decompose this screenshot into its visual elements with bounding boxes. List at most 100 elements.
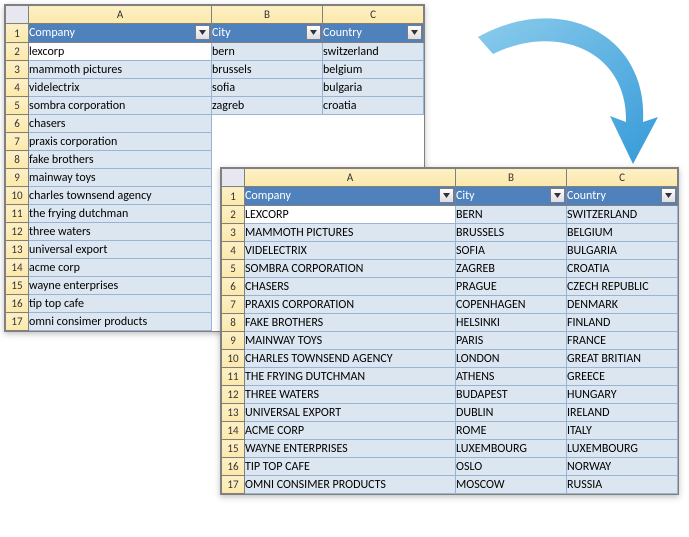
cell[interactable]: GREAT BRITIAN — [567, 350, 678, 368]
cell[interactable]: UNIVERSAL EXPORT — [245, 404, 456, 422]
cell[interactable]: THE FRYING DUTCHMAN — [245, 368, 456, 386]
header-city[interactable]: City — [456, 187, 567, 206]
row-header[interactable]: 4 — [222, 242, 245, 260]
cell[interactable]: SWITZERLAND — [567, 206, 678, 224]
cell[interactable]: LEXCORP — [245, 206, 456, 224]
row-header[interactable]: 4 — [6, 79, 29, 97]
cell[interactable]: HUNGARY — [567, 386, 678, 404]
cell[interactable]: sombra corporation — [29, 97, 212, 115]
row-header[interactable]: 12 — [6, 223, 29, 241]
grid[interactable]: A B C 1CompanyCityCountry 2LEXCORPBERNSWI… — [221, 168, 678, 494]
filter-dropdown-button[interactable] — [439, 188, 454, 203]
filter-dropdown-button[interactable] — [195, 25, 210, 40]
cell[interactable]: mammoth pictures — [29, 61, 212, 79]
cell[interactable]: universal export — [29, 241, 212, 259]
row-header[interactable]: 14 — [6, 259, 29, 277]
row-header[interactable]: 10 — [6, 187, 29, 205]
cell[interactable]: BERN — [456, 206, 567, 224]
row-header[interactable]: 7 — [6, 133, 29, 151]
cell[interactable]: VIDELECTRIX — [245, 242, 456, 260]
cell[interactable]: croatia — [323, 97, 424, 115]
cell[interactable]: chasers — [29, 115, 212, 133]
cell[interactable]: SOFIA — [456, 242, 567, 260]
row-header[interactable]: 16 — [222, 458, 245, 476]
row-header[interactable]: 13 — [6, 241, 29, 259]
cell[interactable]: IRELAND — [567, 404, 678, 422]
cell[interactable]: sofia — [212, 79, 323, 97]
row-header[interactable]: 11 — [222, 368, 245, 386]
row-header[interactable]: 6 — [222, 278, 245, 296]
cell[interactable]: NORWAY — [567, 458, 678, 476]
cell[interactable]: MAINWAY TOYS — [245, 332, 456, 350]
row-header[interactable]: 5 — [6, 97, 29, 115]
cell[interactable]: three waters — [29, 223, 212, 241]
col-header-b[interactable]: B — [456, 169, 567, 187]
cell[interactable]: FAKE BROTHERS — [245, 314, 456, 332]
cell[interactable]: GREECE — [567, 368, 678, 386]
row-header[interactable]: 17 — [6, 313, 29, 331]
row-header[interactable]: 10 — [222, 350, 245, 368]
row-header[interactable]: 6 — [6, 115, 29, 133]
row-header[interactable]: 9 — [222, 332, 245, 350]
cell[interactable]: omni consimer products — [29, 313, 212, 331]
header-country[interactable]: Country — [567, 187, 678, 206]
cell[interactable]: belgium — [323, 61, 424, 79]
col-header-c[interactable]: C — [323, 6, 424, 24]
row-header[interactable]: 8 — [6, 151, 29, 169]
cell[interactable]: bulgaria — [323, 79, 424, 97]
row-header[interactable]: 11 — [6, 205, 29, 223]
col-header-a[interactable]: A — [29, 6, 212, 24]
cell[interactable]: DENMARK — [567, 296, 678, 314]
cell[interactable]: MOSCOW — [456, 476, 567, 494]
row-header[interactable]: 2 — [6, 43, 29, 61]
cell[interactable]: PARIS — [456, 332, 567, 350]
cell[interactable]: LONDON — [456, 350, 567, 368]
row-header[interactable]: 8 — [222, 314, 245, 332]
col-header-c[interactable]: C — [567, 169, 678, 187]
row-header[interactable]: 13 — [222, 404, 245, 422]
cell[interactable]: tip top cafe — [29, 295, 212, 313]
row-header[interactable]: 7 — [222, 296, 245, 314]
cell[interactable]: ITALY — [567, 422, 678, 440]
cell[interactable]: CROATIA — [567, 260, 678, 278]
row-header[interactable]: 14 — [222, 422, 245, 440]
cell[interactable]: brussels — [212, 61, 323, 79]
select-all-corner[interactable] — [222, 169, 245, 187]
cell[interactable]: FRANCE — [567, 332, 678, 350]
cell[interactable]: TIP TOP CAFE — [245, 458, 456, 476]
cell[interactable]: RUSSIA — [567, 476, 678, 494]
filter-dropdown-button[interactable] — [407, 25, 422, 40]
header-company[interactable]: Company — [245, 187, 456, 206]
cell[interactable]: mainway toys — [29, 169, 212, 187]
cell[interactable]: charles townsend agency — [29, 187, 212, 205]
cell[interactable]: praxis corporation — [29, 133, 212, 151]
cell[interactable]: acme corp — [29, 259, 212, 277]
row-header[interactable]: 1 — [222, 187, 245, 206]
col-header-b[interactable]: B — [212, 6, 323, 24]
row-header[interactable]: 3 — [222, 224, 245, 242]
cell[interactable]: CHASERS — [245, 278, 456, 296]
row-header[interactable]: 2 — [222, 206, 245, 224]
cell[interactable]: CZECH REPUBLIC — [567, 278, 678, 296]
cell[interactable]: BULGARIA — [567, 242, 678, 260]
header-company[interactable]: Company — [29, 24, 212, 43]
cell[interactable]: bern — [212, 43, 323, 61]
select-all-corner[interactable] — [6, 6, 29, 24]
cell[interactable]: MAMMOTH PICTURES — [245, 224, 456, 242]
cell[interactable]: lexcorp — [29, 43, 212, 61]
row-header[interactable]: 12 — [222, 386, 245, 404]
cell[interactable]: OSLO — [456, 458, 567, 476]
cell[interactable]: BUDAPEST — [456, 386, 567, 404]
row-header[interactable]: 9 — [6, 169, 29, 187]
cell[interactable]: HELSINKI — [456, 314, 567, 332]
row-header[interactable]: 1 — [6, 24, 29, 43]
cell[interactable]: BRUSSELS — [456, 224, 567, 242]
col-header-a[interactable]: A — [245, 169, 456, 187]
cell[interactable]: THREE WATERS — [245, 386, 456, 404]
cell[interactable]: ROME — [456, 422, 567, 440]
cell[interactable]: zagreb — [212, 97, 323, 115]
cell[interactable]: ACME CORP — [245, 422, 456, 440]
row-header[interactable]: 17 — [222, 476, 245, 494]
row-header[interactable]: 15 — [222, 440, 245, 458]
row-header[interactable]: 5 — [222, 260, 245, 278]
